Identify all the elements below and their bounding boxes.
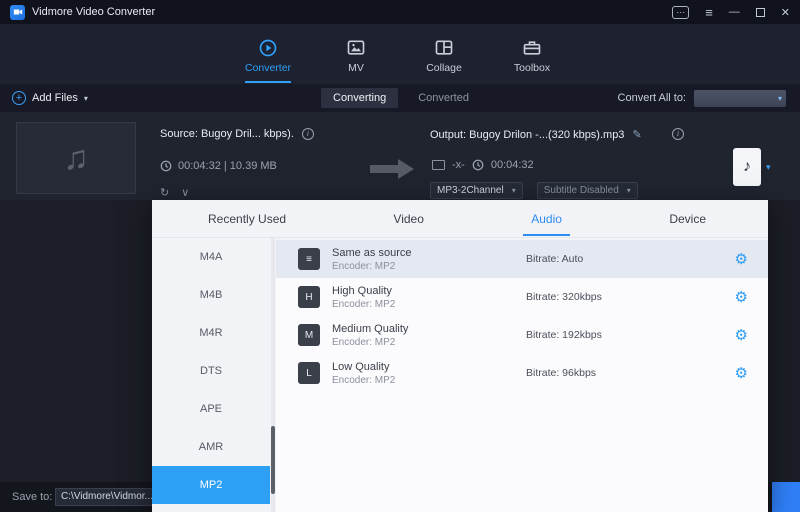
- profile-name: Same as source: [332, 247, 532, 259]
- gear-icon[interactable]: ⚙: [735, 326, 748, 344]
- save-to-label: Save to:: [12, 491, 52, 503]
- collapse-icon[interactable]: ∨: [181, 186, 189, 199]
- chevron-down-icon: ▾: [778, 94, 782, 103]
- save-path-input[interactable]: C:\Vidmore\Vidmor...: [55, 488, 165, 506]
- tab-mv[interactable]: MV: [327, 34, 385, 74]
- tab-toolbox[interactable]: Toolbox: [503, 34, 561, 74]
- chevron-down-icon: ▾: [627, 186, 631, 195]
- convert-all-button[interactable]: [772, 482, 800, 512]
- music-note-icon: ♫: [63, 139, 89, 178]
- sidebar-scrollbar-thumb[interactable]: [271, 426, 275, 494]
- refresh-icon[interactable]: ↻: [160, 186, 169, 199]
- profile-list: ≡ Same as source Encoder: MP2 Bitrate: A…: [276, 240, 768, 512]
- profile-bitrate: Bitrate: 320kbps: [526, 291, 602, 303]
- arrow-right-icon: [368, 156, 418, 187]
- tab-mv-label: MV: [348, 62, 364, 74]
- file-row: ♫ Source: Bugoy Dril... kbps). i 00:04:3…: [0, 112, 800, 200]
- sidebar-item-ape[interactable]: APE: [152, 390, 270, 428]
- profile-encoder: Encoder: MP2: [332, 375, 532, 386]
- music-note-icon: ♪: [743, 158, 751, 176]
- profile-bitrate: Bitrate: Auto: [526, 253, 583, 265]
- title-bar: Vidmore Video Converter ⋯ ≡ — ✕: [0, 0, 800, 24]
- gear-icon[interactable]: ⚙: [735, 250, 748, 268]
- profile-row-medium-quality[interactable]: M Medium Quality Encoder: MP2 Bitrate: 1…: [276, 316, 768, 354]
- chevron-down-icon: ▾: [512, 186, 516, 195]
- resolution-label: -x-: [452, 159, 465, 171]
- profile-bitrate: Bitrate: 96kbps: [526, 367, 596, 379]
- tab-toolbox-label: Toolbox: [514, 62, 550, 74]
- frame-icon: [432, 160, 445, 170]
- source-label: Source: Bugoy Dril... kbps).: [160, 128, 294, 140]
- format-panel-tabs: Recently Used Video Audio Device: [152, 200, 768, 238]
- tab-device[interactable]: Device: [665, 202, 710, 236]
- close-button[interactable]: ✕: [781, 6, 790, 19]
- profile-badge-icon: L: [298, 362, 320, 384]
- subtitle-dropdown[interactable]: Subtitle Disabled ▾: [537, 182, 638, 199]
- profile-name: Medium Quality: [332, 323, 532, 335]
- collage-icon: [433, 38, 455, 58]
- duration-size-label: 00:04:32 | 10.39 MB: [178, 160, 277, 172]
- converted-tab[interactable]: Converted: [408, 88, 479, 108]
- sidebar-item-m4b[interactable]: M4B: [152, 276, 270, 314]
- audio-channel-value: MP3-2Channel: [437, 185, 504, 196]
- profile-row-high-quality[interactable]: H High Quality Encoder: MP2 Bitrate: 320…: [276, 278, 768, 316]
- audio-channel-dropdown[interactable]: MP3-2Channel ▾: [430, 182, 523, 199]
- sidebar-item-m4r[interactable]: M4R: [152, 314, 270, 352]
- edit-pencil-icon[interactable]: ✎: [632, 128, 641, 141]
- gear-icon[interactable]: ⚙: [735, 288, 748, 306]
- profile-name: High Quality: [332, 285, 532, 297]
- menu-icon[interactable]: ≡: [705, 5, 713, 20]
- format-panel: Recently Used Video Audio Device M4A M4B…: [152, 200, 768, 512]
- maximize-button[interactable]: [756, 8, 765, 17]
- profile-encoder: Encoder: MP2: [332, 299, 532, 310]
- output-info-icon[interactable]: i: [672, 128, 684, 140]
- profile-badge-icon: M: [298, 324, 320, 346]
- profile-encoder: Encoder: MP2: [332, 337, 532, 348]
- app-window: Vidmore Video Converter ⋯ ≡ — ✕ Converte…: [0, 0, 800, 512]
- tab-converter-label: Converter: [245, 62, 291, 74]
- converting-tab[interactable]: Converting: [321, 88, 398, 108]
- tab-recently-used[interactable]: Recently Used: [204, 202, 290, 236]
- convert-all-to-label: Convert All to:: [618, 92, 686, 104]
- tab-video[interactable]: Video: [389, 202, 427, 236]
- profile-row-same-as-source[interactable]: ≡ Same as source Encoder: MP2 Bitrate: A…: [276, 240, 768, 278]
- subtitle-value: Subtitle Disabled: [544, 185, 619, 196]
- profile-name: Low Quality: [332, 361, 532, 373]
- feedback-icon[interactable]: ⋯: [672, 6, 689, 19]
- tab-collage[interactable]: Collage: [415, 34, 473, 74]
- clock-icon: [472, 159, 484, 171]
- format-caret-icon[interactable]: ▾: [766, 162, 771, 173]
- profile-badge-icon: H: [298, 286, 320, 308]
- sidebar-item-mp2[interactable]: MP2: [152, 466, 270, 504]
- converter-icon: [257, 38, 279, 58]
- tab-converter[interactable]: Converter: [239, 34, 297, 74]
- app-logo-icon: [10, 5, 25, 20]
- sidebar-item-amr[interactable]: AMR: [152, 428, 270, 466]
- profile-badge-icon: ≡: [298, 248, 320, 270]
- output-label: Output: Bugoy Drilon -...(320 kbps).mp3: [430, 129, 624, 141]
- tab-audio[interactable]: Audio: [527, 202, 566, 236]
- info-icon[interactable]: i: [302, 128, 314, 140]
- clock-icon: [160, 160, 172, 172]
- toolbox-icon: [521, 38, 543, 58]
- sidebar-item-m4a[interactable]: M4A: [152, 238, 270, 276]
- profile-bitrate: Bitrate: 192kbps: [526, 329, 602, 341]
- app-title: Vidmore Video Converter: [32, 6, 155, 18]
- tab-collage-label: Collage: [426, 62, 462, 74]
- file-thumbnail: ♫: [16, 122, 136, 194]
- output-format-button[interactable]: ♪: [733, 148, 761, 186]
- format-sidebar: M4A M4B M4R DTS APE AMR MP2: [152, 238, 270, 512]
- mv-icon: [345, 38, 367, 58]
- toolbar: + Add Files ▾ Converting Converted Conve…: [0, 84, 800, 112]
- convert-all-dropdown[interactable]: ▾: [694, 90, 786, 107]
- minimize-button[interactable]: —: [729, 6, 740, 18]
- main-nav: Converter MV Collage Toolbox: [0, 24, 800, 84]
- sidebar-item-dts[interactable]: DTS: [152, 352, 270, 390]
- profile-encoder: Encoder: MP2: [332, 261, 532, 272]
- output-duration-label: 00:04:32: [491, 159, 534, 171]
- profile-row-low-quality[interactable]: L Low Quality Encoder: MP2 Bitrate: 96kb…: [276, 354, 768, 392]
- gear-icon[interactable]: ⚙: [735, 364, 748, 382]
